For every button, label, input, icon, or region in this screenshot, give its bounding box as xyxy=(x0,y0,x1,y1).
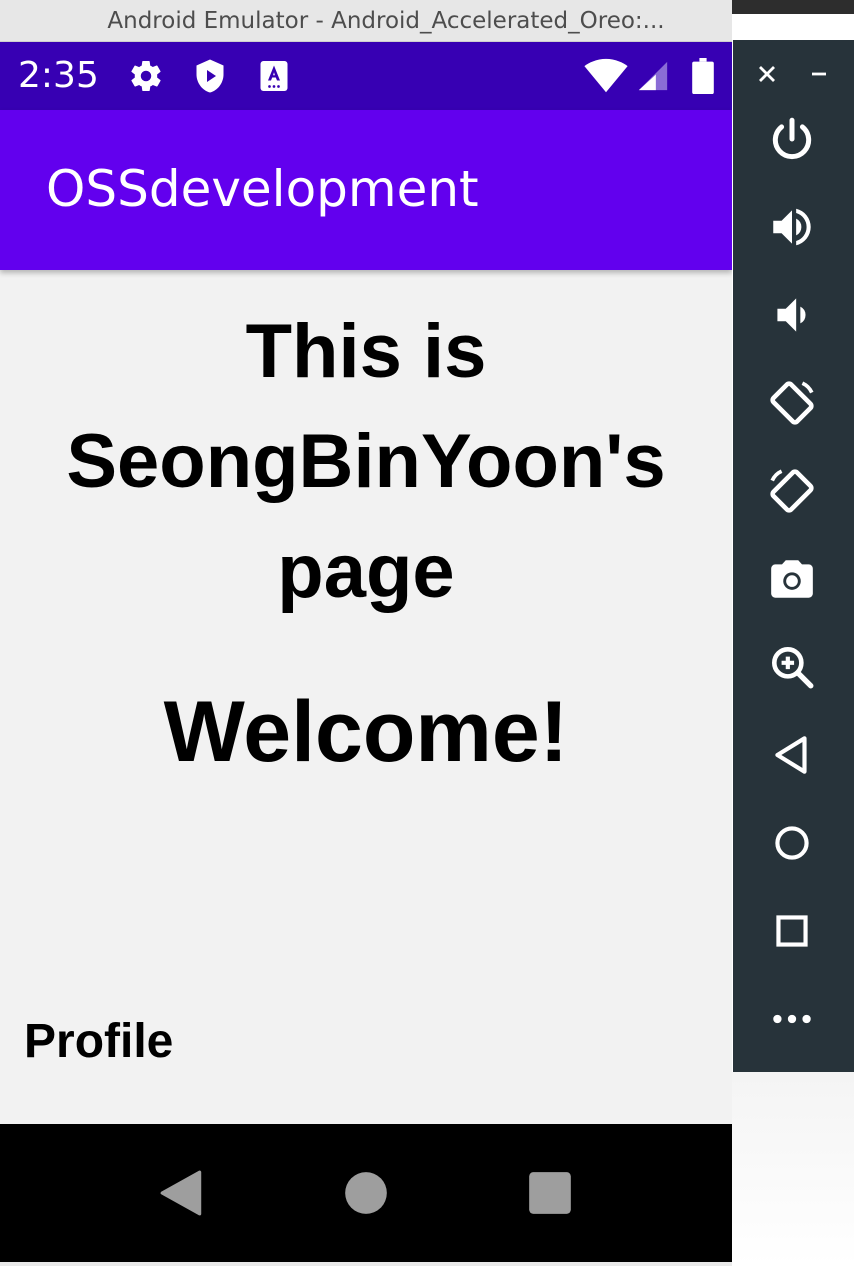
back-icon[interactable] xyxy=(158,1168,208,1218)
camera-icon[interactable] xyxy=(767,554,817,604)
close-icon[interactable] xyxy=(753,60,781,88)
window-title: Android Emulator - Android_Accelerated_O… xyxy=(0,0,732,42)
home-icon[interactable] xyxy=(767,818,817,868)
rotate-right-icon[interactable] xyxy=(767,466,817,516)
back-icon[interactable] xyxy=(767,730,817,780)
wifi-icon xyxy=(584,58,628,94)
desktop-background xyxy=(732,14,854,40)
home-icon[interactable] xyxy=(341,1168,391,1218)
window-bottom-edge xyxy=(0,1262,732,1266)
recents-icon[interactable] xyxy=(525,1168,575,1218)
emulator-toolbar xyxy=(733,40,854,1072)
settings-icon xyxy=(128,58,164,94)
heading-line-1: This is xyxy=(245,309,487,394)
cell-signal-icon xyxy=(636,58,672,94)
status-time: 2:35 xyxy=(18,55,99,96)
profile-label[interactable]: Profile xyxy=(24,1014,173,1069)
app-title: OSSdevelopment xyxy=(46,160,479,218)
heading-line-2: SeongBinYoon's xyxy=(66,419,666,504)
window-shadow xyxy=(732,1072,854,1266)
navigation-bar xyxy=(0,1124,732,1262)
heading-line-3: page xyxy=(277,529,455,614)
device-screen: 2:35 OSSdevelopment This is SeongBinYoon… xyxy=(0,42,732,1262)
status-bar: 2:35 xyxy=(0,42,732,110)
rotate-left-icon[interactable] xyxy=(767,378,817,428)
volume-down-icon[interactable] xyxy=(767,290,817,340)
power-icon[interactable] xyxy=(767,114,817,164)
page-heading: This is SeongBinYoon's page xyxy=(20,297,712,627)
battery-icon xyxy=(690,58,716,94)
play-protect-icon xyxy=(192,58,228,94)
volume-up-icon[interactable] xyxy=(767,202,817,252)
overview-icon[interactable] xyxy=(767,906,817,956)
welcome-text: Welcome! xyxy=(163,684,569,780)
zoom-icon[interactable] xyxy=(767,642,817,692)
app-bar: OSSdevelopment xyxy=(0,110,732,270)
top-strip xyxy=(732,0,854,14)
minimize-icon[interactable] xyxy=(805,60,833,88)
more-icon[interactable] xyxy=(767,994,817,1044)
accessibility-a-icon xyxy=(256,58,292,94)
